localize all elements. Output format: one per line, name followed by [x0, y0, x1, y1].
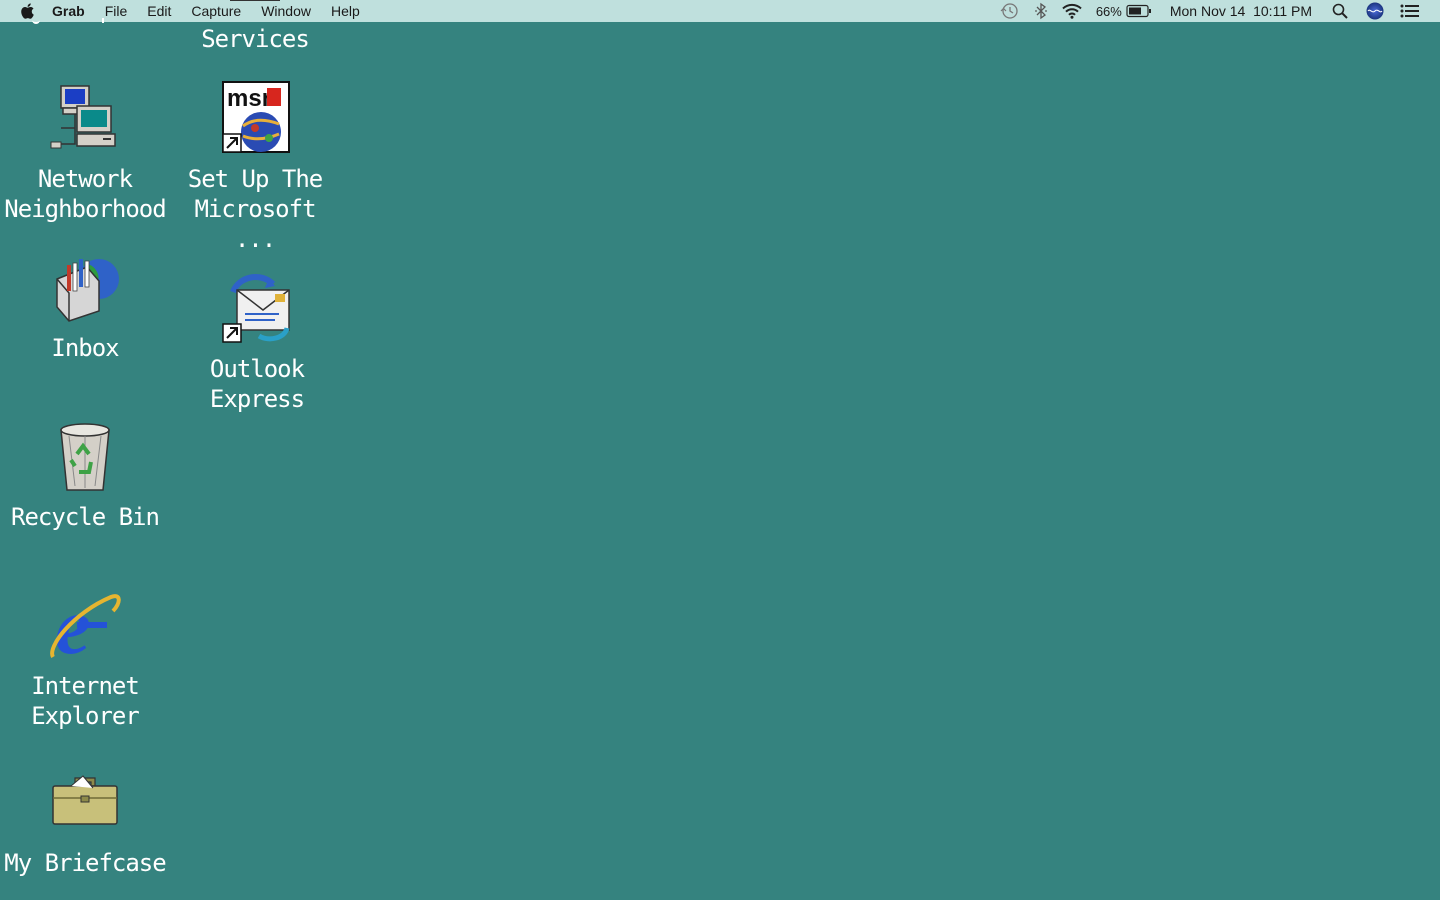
desktop-icon-network-neighborhood[interactable]: Network Neighborhood	[0, 80, 170, 224]
icon-label-line2: Microsoft ...	[194, 195, 316, 253]
outlook-express-icon	[222, 274, 290, 343]
bluetooth-icon	[1034, 2, 1047, 20]
desktop-icon-recycle-bin[interactable]: Recycle Bin	[0, 418, 170, 532]
spotlight-search-icon	[1332, 3, 1348, 19]
time-machine-icon	[1000, 3, 1018, 19]
icon-label-line2: Explorer	[31, 702, 140, 730]
desktop-icon-internet-explorer[interactable]: e Internet Explorer	[0, 587, 170, 731]
battery-icon	[1126, 4, 1151, 18]
icon-label-line1: Internet	[31, 672, 140, 700]
desktop-icon-setup-msn[interactable]: msn Set Up The Microsoft ...	[170, 80, 340, 254]
siri-button[interactable]	[1366, 0, 1384, 22]
inbox-icon	[56, 259, 119, 322]
desktop-icon-online-services[interactable]: Services	[170, 0, 340, 54]
internet-explorer-icon: e	[50, 587, 121, 663]
battery-status[interactable]	[1126, 0, 1152, 22]
icon-label: Inbox	[51, 334, 119, 362]
icon-label-line2: Express	[209, 385, 305, 413]
wifi-status[interactable]	[1062, 0, 1082, 22]
siri-icon	[1366, 2, 1384, 20]
notification-center-icon	[1400, 4, 1419, 18]
msn-setup-icon: msn	[222, 81, 290, 153]
online-services-icon	[230, 0, 280, 1]
spotlight-button[interactable]	[1332, 0, 1348, 22]
network-neighborhood-icon	[50, 85, 116, 149]
icon-label: Internet Explorer	[0, 671, 170, 731]
icon-label: Network Neighborhood	[0, 164, 170, 224]
icon-label-line2: Neighborhood	[4, 195, 166, 223]
time-machine-status[interactable]	[1000, 0, 1020, 22]
offscreen-label-fragment	[30, 18, 110, 26]
recycle-bin-icon	[60, 423, 110, 491]
icon-label: Set Up The Microsoft ...	[170, 164, 340, 254]
notification-center-button[interactable]	[1400, 0, 1420, 22]
bluetooth-status[interactable]	[1034, 0, 1048, 22]
icon-label: My Briefcase	[4, 849, 166, 877]
icon-label-line1: Network	[37, 165, 133, 193]
battery-percent[interactable]: 66%	[1096, 0, 1122, 22]
desktop-icon-my-briefcase[interactable]: My Briefcase	[0, 764, 170, 878]
briefcase-icon	[52, 775, 118, 825]
wifi-icon	[1062, 3, 1082, 19]
desktop-icon-inbox[interactable]: Inbox	[0, 249, 170, 363]
icon-label: Services	[201, 25, 310, 53]
icon-label: Recycle Bin	[11, 503, 160, 531]
icon-label-line1: Outlook	[209, 355, 305, 383]
icon-label: Outlook Express	[172, 354, 342, 414]
clock[interactable]: Mon Nov 14 10:11 PM	[1170, 0, 1312, 22]
icon-label-line1: Set Up The	[187, 165, 323, 193]
desktop-icon-outlook-express[interactable]: Outlook Express	[172, 270, 342, 414]
